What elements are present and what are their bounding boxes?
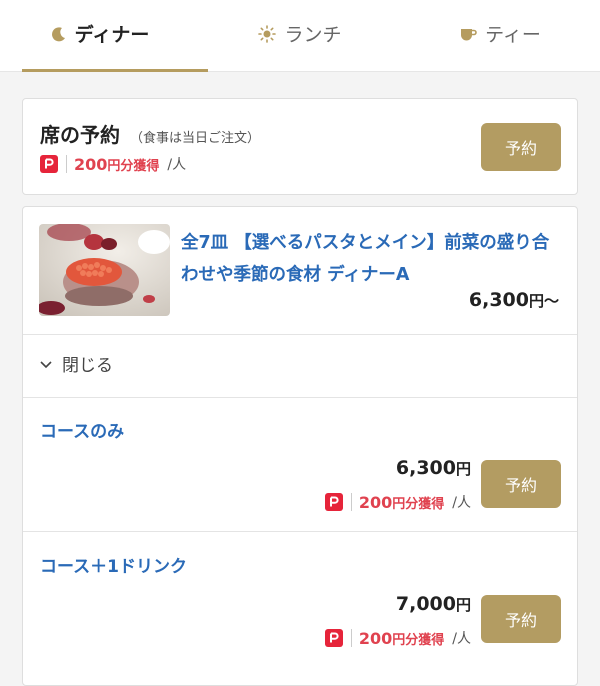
points-amount: 200 bbox=[358, 628, 393, 648]
plan-price-yen: 円 bbox=[455, 460, 471, 478]
divider bbox=[23, 334, 577, 335]
tab-dinner[interactable]: ディナー bbox=[0, 0, 200, 71]
plan-reserve-button[interactable]: 予約 bbox=[481, 460, 561, 508]
seat-reserve-button[interactable]: 予約 bbox=[481, 123, 561, 171]
plan-name[interactable]: コースのみ bbox=[40, 417, 124, 442]
tab-dinner-label: ディナー bbox=[74, 24, 150, 46]
tab-tea-label: ティー bbox=[485, 24, 541, 46]
points-amount: 200 bbox=[74, 154, 108, 174]
per-person: /人 bbox=[452, 631, 471, 647]
paypay-points: 200 円分獲得 /人 bbox=[324, 492, 471, 512]
divider bbox=[350, 493, 352, 511]
plan-name[interactable]: コース＋1ドリンク bbox=[40, 552, 187, 577]
teacup-icon bbox=[459, 26, 477, 42]
points-amount: 200 bbox=[358, 492, 393, 512]
active-tab-indicator bbox=[22, 69, 208, 72]
divider bbox=[350, 629, 352, 647]
tab-lunch[interactable]: ランチ bbox=[200, 0, 400, 71]
plan-price: 7,000円 bbox=[396, 593, 471, 615]
divider bbox=[23, 531, 577, 532]
tab-lunch-label: ランチ bbox=[284, 24, 342, 46]
course-price-suffix: 円〜 bbox=[528, 292, 559, 310]
seat-note: （食事は当日ご注文） bbox=[130, 131, 261, 146]
plan-price-yen: 円 bbox=[455, 596, 471, 614]
meal-tabs: ディナー ランチ ティー bbox=[0, 0, 600, 72]
course-card: 全7皿 【選べるパスタとメイン】前菜の盛り合わせや季節の食材 ディナーA 6,3… bbox=[22, 206, 578, 686]
paypay-icon bbox=[324, 493, 343, 511]
chevron-down-icon bbox=[40, 354, 52, 374]
course-title-link[interactable]: 全7皿 【選べるパスタとメイン】前菜の盛り合わせや季節の食材 ディナーA bbox=[181, 227, 566, 291]
per-person: /人 bbox=[452, 495, 471, 511]
divider bbox=[23, 397, 577, 398]
points-unit: 円分獲得 bbox=[392, 632, 445, 648]
seat-reservation-card: 席の予約 （食事は当日ご注文） 200 円分獲得 /人 予約 bbox=[22, 98, 578, 195]
points-unit: 円分獲得 bbox=[392, 496, 445, 512]
divider bbox=[66, 155, 67, 173]
collapse-label: 閉じる bbox=[62, 356, 113, 376]
plan-reserve-button[interactable]: 予約 bbox=[481, 595, 561, 643]
moon-icon bbox=[51, 26, 67, 42]
paypay-points: 200 円分獲得 /人 bbox=[40, 154, 186, 174]
tab-tea[interactable]: ティー bbox=[400, 0, 600, 71]
collapse-toggle[interactable]: 閉じる bbox=[40, 351, 113, 376]
course-photo[interactable] bbox=[39, 224, 170, 316]
seat-title-text: 席の予約 bbox=[40, 123, 120, 147]
plan-price-value: 7,000 bbox=[395, 593, 456, 615]
seat-title: 席の予約 （食事は当日ご注文） bbox=[40, 119, 260, 148]
plan-price-value: 6,300 bbox=[395, 457, 456, 479]
sun-icon bbox=[258, 24, 277, 43]
points-unit: 円分獲得 bbox=[107, 158, 160, 174]
plan-price: 6,300円 bbox=[396, 457, 471, 479]
course-price-value: 6,300 bbox=[468, 289, 529, 311]
course-price: 6,300円〜 bbox=[469, 289, 559, 311]
paypay-icon bbox=[324, 629, 343, 647]
paypay-icon bbox=[40, 155, 58, 173]
per-person: /人 bbox=[167, 157, 187, 173]
paypay-points: 200 円分獲得 /人 bbox=[324, 628, 471, 648]
